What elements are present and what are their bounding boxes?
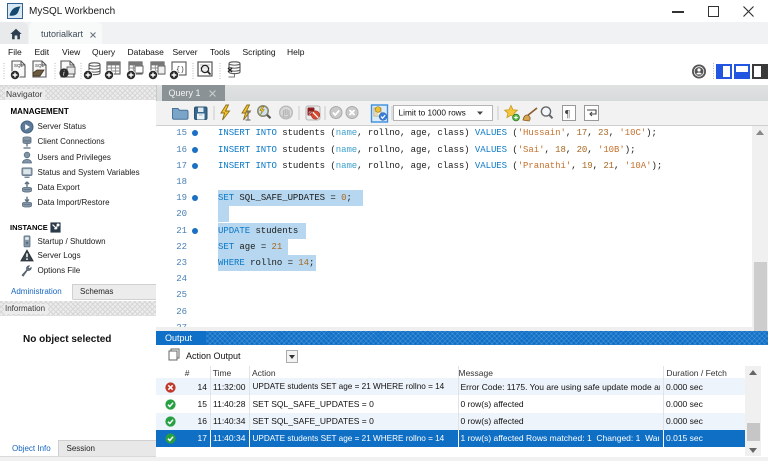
svg-text:SQL: SQL xyxy=(35,63,45,68)
svg-text:i: i xyxy=(63,69,65,78)
svg-text:¶: ¶ xyxy=(565,108,570,120)
svg-text:SQL: SQL xyxy=(14,63,24,68)
svg-text:Limit to 1000 rows: Limit to 1000 rows xyxy=(399,108,466,118)
